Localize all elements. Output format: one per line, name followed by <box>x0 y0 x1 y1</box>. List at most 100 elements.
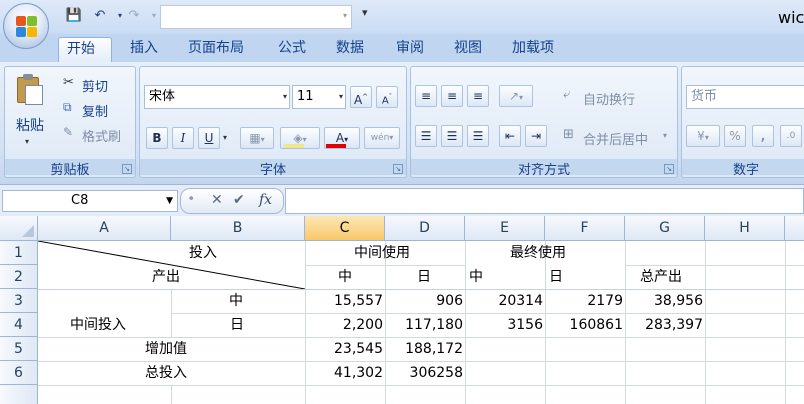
cell-d4[interactable]: 117,180 <box>385 313 463 337</box>
italic-button[interactable]: I <box>172 127 194 149</box>
select-all-corner[interactable] <box>0 216 38 241</box>
cell-c1-merged[interactable]: 中间使用 <box>354 241 410 265</box>
cell-b2[interactable]: 产出 <box>152 265 180 289</box>
number-format-combo[interactable]: 货币 <box>686 85 804 109</box>
column-header-f[interactable]: F <box>545 216 625 241</box>
cell-c4[interactable]: 2,200 <box>305 313 383 337</box>
paste-icon[interactable] <box>15 73 45 107</box>
increase-decimal-button[interactable]: .0 <box>780 125 802 147</box>
cell-f4[interactable]: 160861 <box>545 313 623 337</box>
accounting-format-button[interactable]: ¥▾ <box>686 125 720 147</box>
cell-a4[interactable]: 中间投入 <box>70 313 126 337</box>
paste-button[interactable]: 粘贴 <box>16 115 44 135</box>
cancel-icon[interactable]: ✕ <box>211 192 223 208</box>
row-header-2[interactable]: 2 <box>0 265 38 289</box>
row-header-7[interactable] <box>0 385 38 404</box>
row-header-6[interactable]: 6 <box>0 361 38 385</box>
bold-button[interactable]: B <box>146 127 168 149</box>
cell-a5-merged[interactable]: 增加值 <box>145 337 187 361</box>
merge-center-button[interactable]: 合并后居中 <box>583 129 648 148</box>
undo-icon[interactable]: ↶ <box>90 6 110 26</box>
cell-f2[interactable]: 日 <box>549 265 563 289</box>
name-box-dropdown-icon[interactable]: ▼ <box>166 191 173 211</box>
name-box[interactable]: C8 ▼ <box>2 190 178 212</box>
format-painter-button[interactable]: 格式刷 <box>82 126 121 145</box>
cell-e2[interactable]: 中 <box>469 265 483 289</box>
column-header-c[interactable]: C <box>305 216 385 241</box>
office-button[interactable] <box>3 3 49 49</box>
tab-review[interactable]: 审阅 <box>388 37 432 62</box>
cell-d3[interactable]: 906 <box>385 289 463 313</box>
cell-d2[interactable]: 日 <box>417 265 431 289</box>
column-header-a[interactable]: A <box>38 216 171 241</box>
tab-data[interactable]: 数据 <box>328 37 372 62</box>
row-header-3[interactable]: 3 <box>0 289 38 313</box>
cell-c5[interactable]: 23,545 <box>305 337 383 361</box>
cell-b4[interactable]: 日 <box>230 313 244 337</box>
tab-formulas[interactable]: 公式 <box>270 37 314 62</box>
increase-indent-button[interactable]: ⇥ <box>525 125 547 147</box>
cell-a6-merged[interactable]: 总投入 <box>145 361 187 385</box>
orientation-button[interactable]: ↗▾ <box>499 85 533 107</box>
align-middle-button[interactable]: ≡ <box>441 85 463 107</box>
row-header-1[interactable]: 1 <box>0 241 38 265</box>
column-header-d[interactable]: D <box>385 216 465 241</box>
redo-icon[interactable]: ↷ <box>124 6 144 26</box>
tab-addins[interactable]: 加载项 <box>504 37 562 62</box>
cell-g4[interactable]: 283,397 <box>625 313 703 337</box>
percent-style-button[interactable]: % <box>724 125 746 147</box>
clipboard-expand-icon[interactable]: ↘ <box>122 164 132 174</box>
enter-icon[interactable]: ✔ <box>233 192 245 208</box>
column-header-e[interactable]: E <box>465 216 545 241</box>
column-header-b[interactable]: B <box>171 216 305 241</box>
cell-g3[interactable]: 38,956 <box>625 289 703 313</box>
cell-g2[interactable]: 总产出 <box>640 265 682 289</box>
save-icon[interactable]: 💾 <box>64 6 84 26</box>
qat-input-box[interactable]: ▾ <box>160 5 352 29</box>
tab-insert[interactable]: 插入 <box>122 37 166 62</box>
align-bottom-button[interactable]: ≡ <box>467 85 489 107</box>
tab-view[interactable]: 视图 <box>446 37 490 62</box>
cell-c6[interactable]: 41,302 <box>305 361 383 385</box>
comma-style-button[interactable]: , <box>752 125 774 147</box>
align-top-button[interactable]: ≡ <box>415 85 437 107</box>
row-header-5[interactable]: 5 <box>0 337 38 361</box>
cell-d6[interactable]: 306258 <box>385 361 463 385</box>
cell-b3[interactable]: 中 <box>229 289 243 313</box>
merge-dropdown-icon[interactable]: ▾ <box>663 131 667 140</box>
cut-button[interactable]: 剪切 <box>82 76 108 95</box>
insert-function-icon[interactable]: fx <box>259 192 272 208</box>
tab-page-layout[interactable]: 页面布局 <box>180 37 252 62</box>
cell-e3[interactable]: 20314 <box>465 289 543 313</box>
cell-e1-merged[interactable]: 最终使用 <box>510 241 566 265</box>
cell-c3[interactable]: 15,557 <box>305 289 383 313</box>
font-size-combo[interactable]: 11 ▾ <box>292 85 346 109</box>
qat-customize-icon[interactable]: ▾ <box>362 6 368 19</box>
paste-dropdown-icon[interactable]: ▾ <box>25 137 29 146</box>
font-expand-icon[interactable]: ↘ <box>393 164 403 174</box>
cell-e4[interactable]: 3156 <box>465 313 543 337</box>
underline-button[interactable]: U <box>198 127 220 149</box>
align-left-button[interactable]: ☰ <box>415 125 437 147</box>
shrink-font-button[interactable]: Aˇ <box>376 86 398 108</box>
wrap-text-button[interactable]: 自动换行 <box>583 89 635 108</box>
underline-dropdown-icon[interactable]: ▾ <box>223 133 227 142</box>
tab-home[interactable]: 开始 <box>58 37 112 62</box>
cell-b1[interactable]: 投入 <box>189 241 217 265</box>
alignment-expand-icon[interactable]: ↘ <box>664 164 674 174</box>
row-header-4[interactable]: 4 <box>0 313 38 337</box>
align-center-button[interactable]: ☰ <box>441 125 463 147</box>
decrease-indent-button[interactable]: ⇤ <box>499 125 521 147</box>
borders-button[interactable]: ▦▾ <box>240 127 274 149</box>
column-header-h[interactable]: H <box>705 216 785 241</box>
formula-input[interactable] <box>285 188 804 214</box>
align-right-button[interactable]: ☰ <box>467 125 489 147</box>
cell-d5[interactable]: 188,172 <box>385 337 463 361</box>
copy-button[interactable]: 复制 <box>82 101 108 120</box>
font-name-combo[interactable]: 宋体 ▾ <box>144 85 290 109</box>
cell-f3[interactable]: 2179 <box>545 289 623 313</box>
column-header-i[interactable] <box>785 216 804 241</box>
spreadsheet-grid[interactable]: A B C D E F G H 1 2 3 4 5 6 投入 产出 中间使用 最… <box>0 216 804 404</box>
grow-font-button[interactable]: A^ <box>350 86 372 108</box>
cell-c2[interactable]: 中 <box>338 265 352 289</box>
